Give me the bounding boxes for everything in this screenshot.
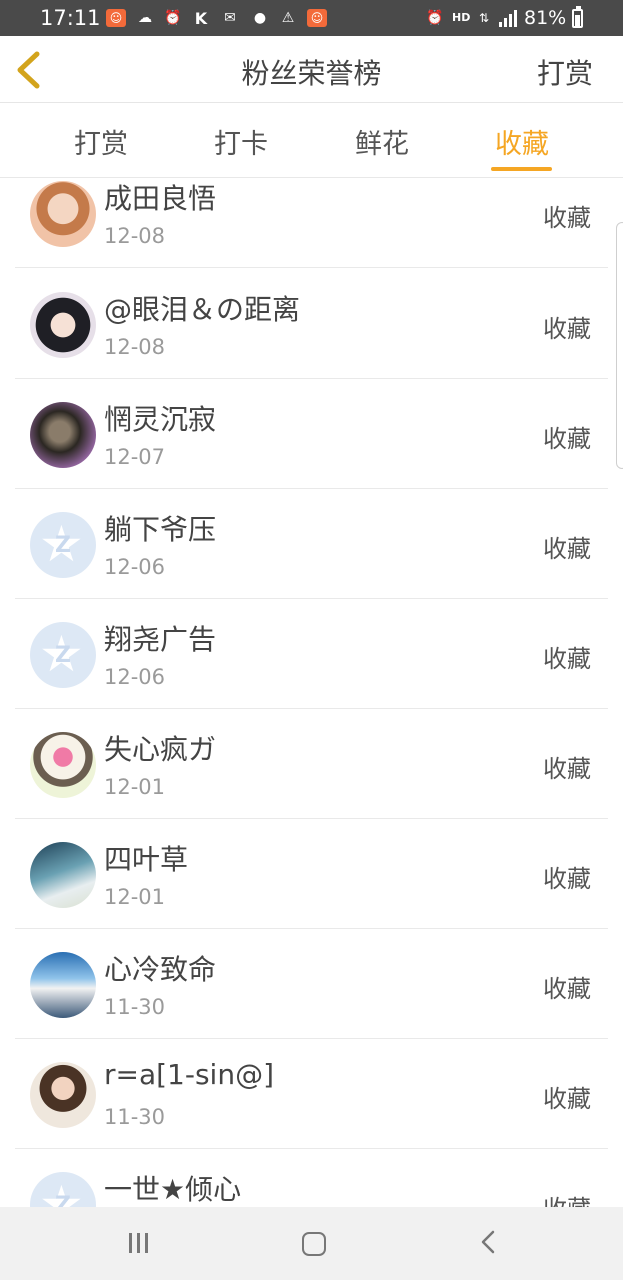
scroll-edge — [616, 222, 623, 469]
fan-name: 躺下爷压 — [104, 513, 217, 546]
list-item[interactable]: 躺下爷压 12-06 收藏 — [0, 489, 623, 599]
action-label: 收藏 — [543, 1189, 591, 1207]
avatar — [30, 1062, 96, 1128]
alarm-icon: ⏰ — [426, 10, 444, 26]
battery-icon — [572, 6, 583, 28]
tab-bar: 打赏 打卡 鲜花 收藏 — [0, 103, 623, 178]
action-label: 收藏 — [543, 425, 591, 453]
fan-date: 12-07 — [104, 445, 166, 469]
fan-date: 11-30 — [104, 1105, 166, 1129]
fan-name: 失心疯ガ — [104, 733, 217, 766]
action-label: 收藏 — [543, 315, 591, 343]
avatar — [30, 732, 96, 798]
fan-list[interactable]: 成田良悟 12-08 收藏 @眼泪＆の距离 12-08 收藏 惘灵沉寂 12-0… — [0, 178, 623, 1207]
avatar — [30, 292, 96, 358]
avatar — [30, 402, 96, 468]
page-title: 粉丝荣誉榜 — [241, 57, 382, 90]
title-bar: 粉丝荣誉榜 打赏 — [0, 36, 623, 103]
avatar — [30, 512, 96, 578]
fan-name: 心冷致命 — [104, 953, 217, 986]
fan-name: 四叶草 — [104, 843, 189, 876]
action-label: 收藏 — [543, 204, 591, 232]
chick-app-icon: ● — [253, 10, 267, 26]
weather-icon: ☁ — [138, 10, 152, 26]
tab-reward[interactable]: 打赏 — [51, 122, 151, 161]
list-item[interactable]: 四叶草 12-01 收藏 — [0, 819, 623, 929]
fan-date: 12-01 — [104, 775, 166, 799]
list-item[interactable]: 一世★倾心 收藏 — [0, 1149, 623, 1207]
mail-icon: ✉ — [224, 10, 236, 26]
list-item[interactable]: 失心疯ガ 12-01 收藏 — [0, 709, 623, 819]
action-label: 收藏 — [543, 645, 591, 673]
action-label: 收藏 — [543, 975, 591, 1003]
fan-date: 11-30 — [104, 995, 166, 1019]
action-label: 收藏 — [543, 865, 591, 893]
action-label: 收藏 — [543, 755, 591, 783]
signal-icon — [499, 10, 517, 27]
k-app-icon: K — [194, 8, 208, 28]
tab-checkin[interactable]: 打卡 — [191, 122, 291, 161]
fan-date: 12-08 — [104, 335, 166, 359]
active-tab-indicator — [491, 167, 552, 171]
list-item[interactable]: r=a[1-sin@] 11-30 收藏 — [0, 1039, 623, 1149]
fan-date: 12-06 — [104, 555, 166, 579]
status-bar: 17:11 ☺ ☁ ⏰ K ✉ ● ⚠ ☺ ⏰ HD ⇅ 81% — [0, 0, 623, 36]
avatar — [30, 622, 96, 688]
app-badge-icon: ☺ — [307, 9, 327, 27]
fan-name: 翔尧广告 — [104, 623, 217, 656]
fan-name: 一世★倾心 — [104, 1173, 242, 1206]
avatar — [30, 1172, 96, 1207]
list-item[interactable]: @眼泪＆の距离 12-08 收藏 — [0, 269, 623, 379]
divider — [15, 267, 608, 268]
status-time: 17:11 — [40, 6, 101, 30]
recent-apps-icon[interactable] — [129, 1233, 153, 1253]
action-label: 收藏 — [543, 1085, 591, 1113]
fan-date: 12-06 — [104, 665, 166, 689]
fan-name: 成田良悟 — [104, 182, 217, 215]
avatar — [30, 181, 96, 247]
warning-icon: ⚠ — [281, 10, 295, 26]
list-item[interactable]: 心冷致命 11-30 收藏 — [0, 929, 623, 1039]
alarm-icon: ⏰ — [164, 10, 182, 26]
fan-date: 12-01 — [104, 885, 166, 909]
home-icon[interactable] — [302, 1232, 326, 1256]
data-arrows-icon: ⇅ — [478, 11, 490, 25]
hd-icon: HD — [452, 11, 471, 24]
fan-name: r=a[1-sin@] — [104, 1058, 275, 1091]
fan-name: @眼泪＆の距离 — [104, 293, 301, 326]
list-item[interactable]: 成田良悟 12-08 收藏 — [0, 178, 623, 268]
fan-name: 惘灵沉寂 — [104, 403, 217, 436]
battery-level: 81% — [524, 7, 567, 29]
list-item[interactable]: 惘灵沉寂 12-07 收藏 — [0, 379, 623, 489]
fan-date: 12-08 — [104, 224, 166, 248]
back-icon[interactable] — [478, 1229, 500, 1255]
tab-favorites[interactable]: 收藏 — [472, 122, 572, 161]
avatar — [30, 952, 96, 1018]
app-badge-icon: ☺ — [106, 9, 126, 27]
tab-flowers[interactable]: 鲜花 — [332, 122, 432, 161]
navigation-bar — [0, 1207, 623, 1280]
action-label: 收藏 — [543, 535, 591, 563]
list-item[interactable]: 翔尧广告 12-06 收藏 — [0, 599, 623, 709]
avatar — [30, 842, 96, 908]
reward-button[interactable]: 打赏 — [537, 52, 593, 92]
